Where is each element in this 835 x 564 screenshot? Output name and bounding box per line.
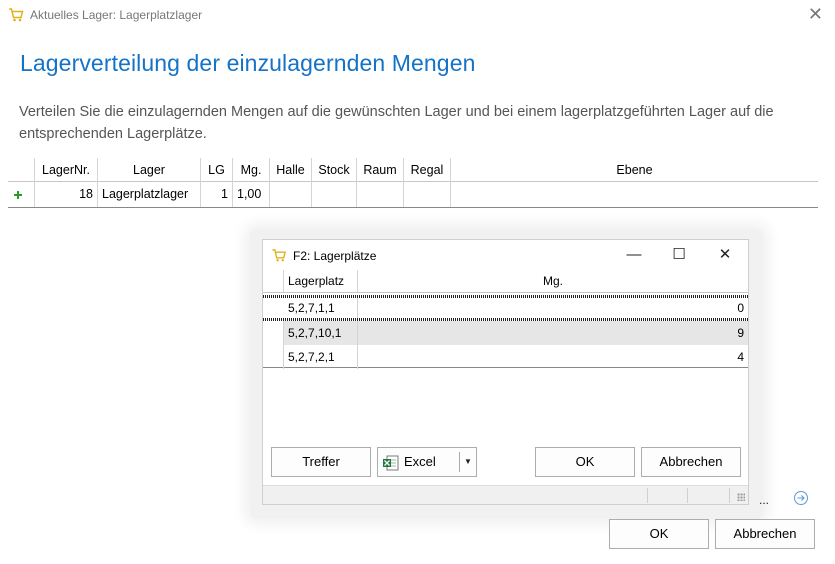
page-description: Verteilen Sie die einzulagernden Mengen … (19, 104, 774, 142)
column-header-stock[interactable]: Stock (312, 158, 357, 182)
lagerplaetze-dialog[interactable]: F2: Lagerplätze — ☐ ✕ Lagerplatz Mg. 5,2… (262, 239, 749, 505)
row-indicator[interactable] (263, 345, 284, 369)
cell-mg[interactable]: 1,00 (233, 182, 270, 207)
row-indicator[interactable] (263, 321, 284, 345)
lager-grid[interactable]: LagerNr. Lager LG Mg. Halle Stock Raum R… (8, 158, 818, 208)
statusbar-divider (647, 488, 648, 503)
cell-lagerplatz[interactable]: 5,2,7,10,1 (284, 321, 358, 345)
column-header-raum[interactable]: Raum (357, 158, 404, 182)
excel-label: Excel (404, 454, 436, 469)
column-header-lager[interactable]: Lager (98, 158, 201, 182)
cancel-button[interactable]: Abbrechen (715, 519, 815, 549)
column-header-lagernr[interactable]: LagerNr. (35, 158, 98, 182)
column-header-mg[interactable]: Mg. (233, 158, 270, 182)
column-header-ebene[interactable]: Ebene (451, 158, 818, 182)
window-close-button[interactable]: ✕ (808, 4, 823, 24)
lagerplatz-grid-header: Lagerplatz Mg. (263, 270, 748, 293)
lagerplatz-grid[interactable]: Lagerplatz Mg. 5,2,7,1,1 0 5,2,7,10,1 9 … (263, 270, 748, 369)
column-header-halle[interactable]: Halle (270, 158, 312, 182)
cell-lager[interactable]: Lagerplatzlager (98, 182, 201, 207)
dialog-cancel-button[interactable]: Abbrechen (641, 447, 741, 477)
dialog-title: F2: Lagerplätze (293, 249, 377, 263)
cell-lagernr[interactable]: 18 (35, 182, 98, 207)
cell-lagerplatz[interactable]: 5,2,7,2,1 (284, 345, 358, 369)
cell-stock[interactable] (312, 182, 357, 207)
arrow-right-circle-icon[interactable] (793, 490, 809, 506)
grid-header: LagerNr. Lager LG Mg. Halle Stock Raum R… (8, 158, 818, 182)
table-row[interactable]: 18 Lagerplatzlager 1 1,00 (8, 182, 818, 207)
cell-regal[interactable] (404, 182, 451, 207)
dialog-minimize-button[interactable]: — (624, 246, 644, 264)
row-indicator-header (8, 158, 35, 182)
cell-lg[interactable]: 1 (201, 182, 233, 207)
table-row[interactable]: 5,2,7,10,1 9 (263, 321, 748, 345)
window-titlebar: Aktuelles Lager: Lagerplatzlager ✕ (0, 0, 835, 30)
cart-icon (9, 8, 24, 22)
dialog-ok-button[interactable]: OK (535, 447, 635, 477)
dialog-close-button[interactable]: ✕ (715, 246, 735, 264)
column-header-regal[interactable]: Regal (404, 158, 451, 182)
cell-mg[interactable]: 0 (358, 298, 748, 318)
more-ellipsis[interactable]: ... (759, 493, 769, 507)
cell-mg[interactable]: 4 (358, 345, 748, 369)
excel-dropdown-arrow-icon[interactable]: ▼ (464, 448, 472, 476)
cell-halle[interactable] (270, 182, 312, 207)
statusbar-divider (687, 488, 688, 503)
dialog-statusbar (263, 485, 748, 504)
dialog-maximize-button[interactable]: ☐ (669, 246, 689, 264)
table-row[interactable]: 5,2,7,1,1 0 (263, 298, 748, 318)
treffer-button[interactable]: Treffer (271, 447, 371, 477)
resize-grip-icon[interactable] (737, 493, 745, 501)
column-header-mg[interactable]: Mg. (358, 270, 748, 292)
excel-split-divider (459, 452, 460, 472)
plus-icon[interactable] (14, 191, 22, 199)
ok-button[interactable]: OK (609, 519, 709, 549)
window-title: Aktuelles Lager: Lagerplatzlager (30, 8, 203, 22)
excel-icon (383, 455, 399, 471)
cell-raum[interactable] (357, 182, 404, 207)
cell-ebene[interactable] (451, 182, 818, 207)
page-title: Lagerverteilung der einzulagernden Menge… (20, 50, 476, 76)
excel-button[interactable]: Excel ▼ (377, 447, 477, 477)
cart-icon (272, 249, 286, 262)
statusbar-divider (729, 488, 730, 503)
table-row[interactable]: 5,2,7,2,1 4 (263, 345, 748, 369)
row-indicator-header (263, 270, 284, 292)
cell-lagerplatz[interactable]: 5,2,7,1,1 (284, 298, 358, 318)
dialog-titlebar[interactable]: F2: Lagerplätze — ☐ ✕ (263, 240, 748, 270)
cell-mg[interactable]: 9 (358, 321, 748, 345)
column-header-lagerplatz[interactable]: Lagerplatz (284, 270, 358, 292)
column-header-lg[interactable]: LG (201, 158, 233, 182)
